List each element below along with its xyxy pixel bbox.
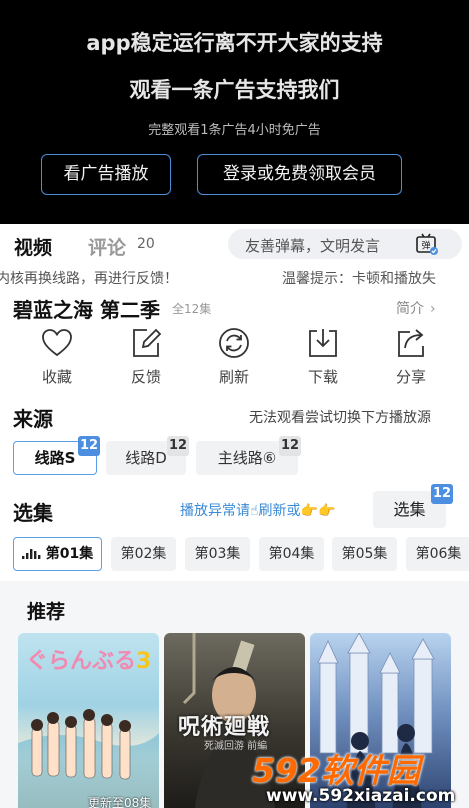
notice-marquee: 内核再换线路，再进行反馈！ 温馨提示：卡顿和播放失 [0,264,469,290]
share-label: 分享 [395,368,426,386]
heart-icon [42,329,72,357]
source-line-count-badge: 12 [78,436,100,456]
show-title: 碧蓝之海 第二季 [13,298,160,322]
episode-item[interactable]: 第02集 [111,537,176,571]
svg-text:弹: 弹 [421,240,430,252]
source-line-label: 线路S [34,449,76,467]
episode-item[interactable]: 第04集 [259,537,324,571]
poster-update-badge: 更新至08集 [88,796,152,808]
intro-label: 简介 [396,301,424,317]
chevron-right-icon: › [430,301,436,317]
episode-total: 全12集 [172,302,212,316]
login-vip-button[interactable]: 登录或免费领取会员 [197,154,402,195]
episode-label: 第02集 [120,546,167,562]
ad-support-title: app稳定运行离不开大家的支持 [86,31,383,55]
watermark-brand: 592软件园 [252,751,420,790]
feedback-button[interactable]: 反馈 [116,326,176,387]
source-line-label: 主线路⑥ [217,449,277,467]
refresh-label: 刷新 [218,368,249,386]
refresh-icon [219,328,249,358]
favorite-button[interactable]: 收藏 [27,326,87,387]
intro-link[interactable]: 简介 › [396,298,436,318]
episode-item[interactable]: 第03集 [185,537,250,571]
detail-tabs: 视频 评论 20 友善弹幕，文明发言 弹 [0,224,469,264]
poster-title-text: ぐらんぶる [26,649,137,674]
select-episode-count-badge: 12 [431,484,453,504]
source-line-count-badge: 12 [279,436,301,456]
marquee-text-left: 内核再换线路，再进行反馈！ [0,271,178,287]
comment-count: 20 [137,236,155,252]
tab-comment[interactable]: 评论 [88,233,126,260]
share-button[interactable]: 分享 [381,326,441,387]
poster-title-number: 3 [136,649,152,674]
episode-label: 第05集 [341,546,388,562]
site-watermark: 592软件园 www.592xiazai.com [248,744,469,808]
marquee-text-right: 温馨提示：卡顿和播放失 [282,271,436,287]
favorite-label: 收藏 [41,368,72,386]
episode-label: 第03集 [194,546,241,562]
source-title: 来源 [13,407,53,431]
source-line-label: 线路D [125,449,167,467]
download-button[interactable]: 下载 [293,326,353,387]
episode-list[interactable]: 第01集 第02集 第03集 第04集 第05集 第06集 [0,537,469,573]
source-line-count-badge: 12 [167,436,189,456]
download-label: 下载 [307,368,338,386]
episode-item[interactable]: 第01集 [13,537,102,571]
tab-video[interactable]: 视频 [14,233,52,260]
share-icon [398,329,424,357]
ad-support-subtitle: 观看一条广告支持我们 [129,78,340,102]
source-hint: 无法观看尝试切换下方播放源 [249,410,431,426]
episode-label: 第01集 [45,546,94,562]
recommend-title: 推荐 [27,601,66,623]
watermark-url: www.592xiazai.com [266,786,456,806]
refresh-button[interactable]: 刷新 [204,326,264,387]
download-icon [309,329,337,357]
danmu-placeholder: 友善弹幕，文明发言 [245,237,381,255]
playing-bars-icon [21,549,41,559]
episodes-title: 选集 [13,501,53,525]
poster-title: ぐらんぶる3 [26,643,151,675]
recommend-poster[interactable]: ぐらんぶる3 更新至08集 [18,633,159,808]
episode-label: 第04集 [268,546,315,562]
episodes-hint[interactable]: 播放异常请☝刷新或👉👉 [180,500,335,520]
danmu-toggle-icon[interactable]: 弹 [415,232,439,256]
episode-item[interactable]: 第05集 [332,537,397,571]
episode-label: 第06集 [415,546,462,562]
ad-free-hint: 完整观看1条广告4小时免广告 [148,123,321,138]
feedback-label: 反馈 [130,368,161,386]
episode-item[interactable]: 第06集 [406,537,469,571]
ad-panel: app稳定运行离不开大家的支持 观看一条广告支持我们 完整观看1条广告4小时免广… [0,0,469,224]
danmu-input[interactable]: 友善弹幕，文明发言 弹 [228,229,462,259]
watch-ad-button[interactable]: 看广告播放 [41,154,171,195]
edit-icon [133,328,162,357]
